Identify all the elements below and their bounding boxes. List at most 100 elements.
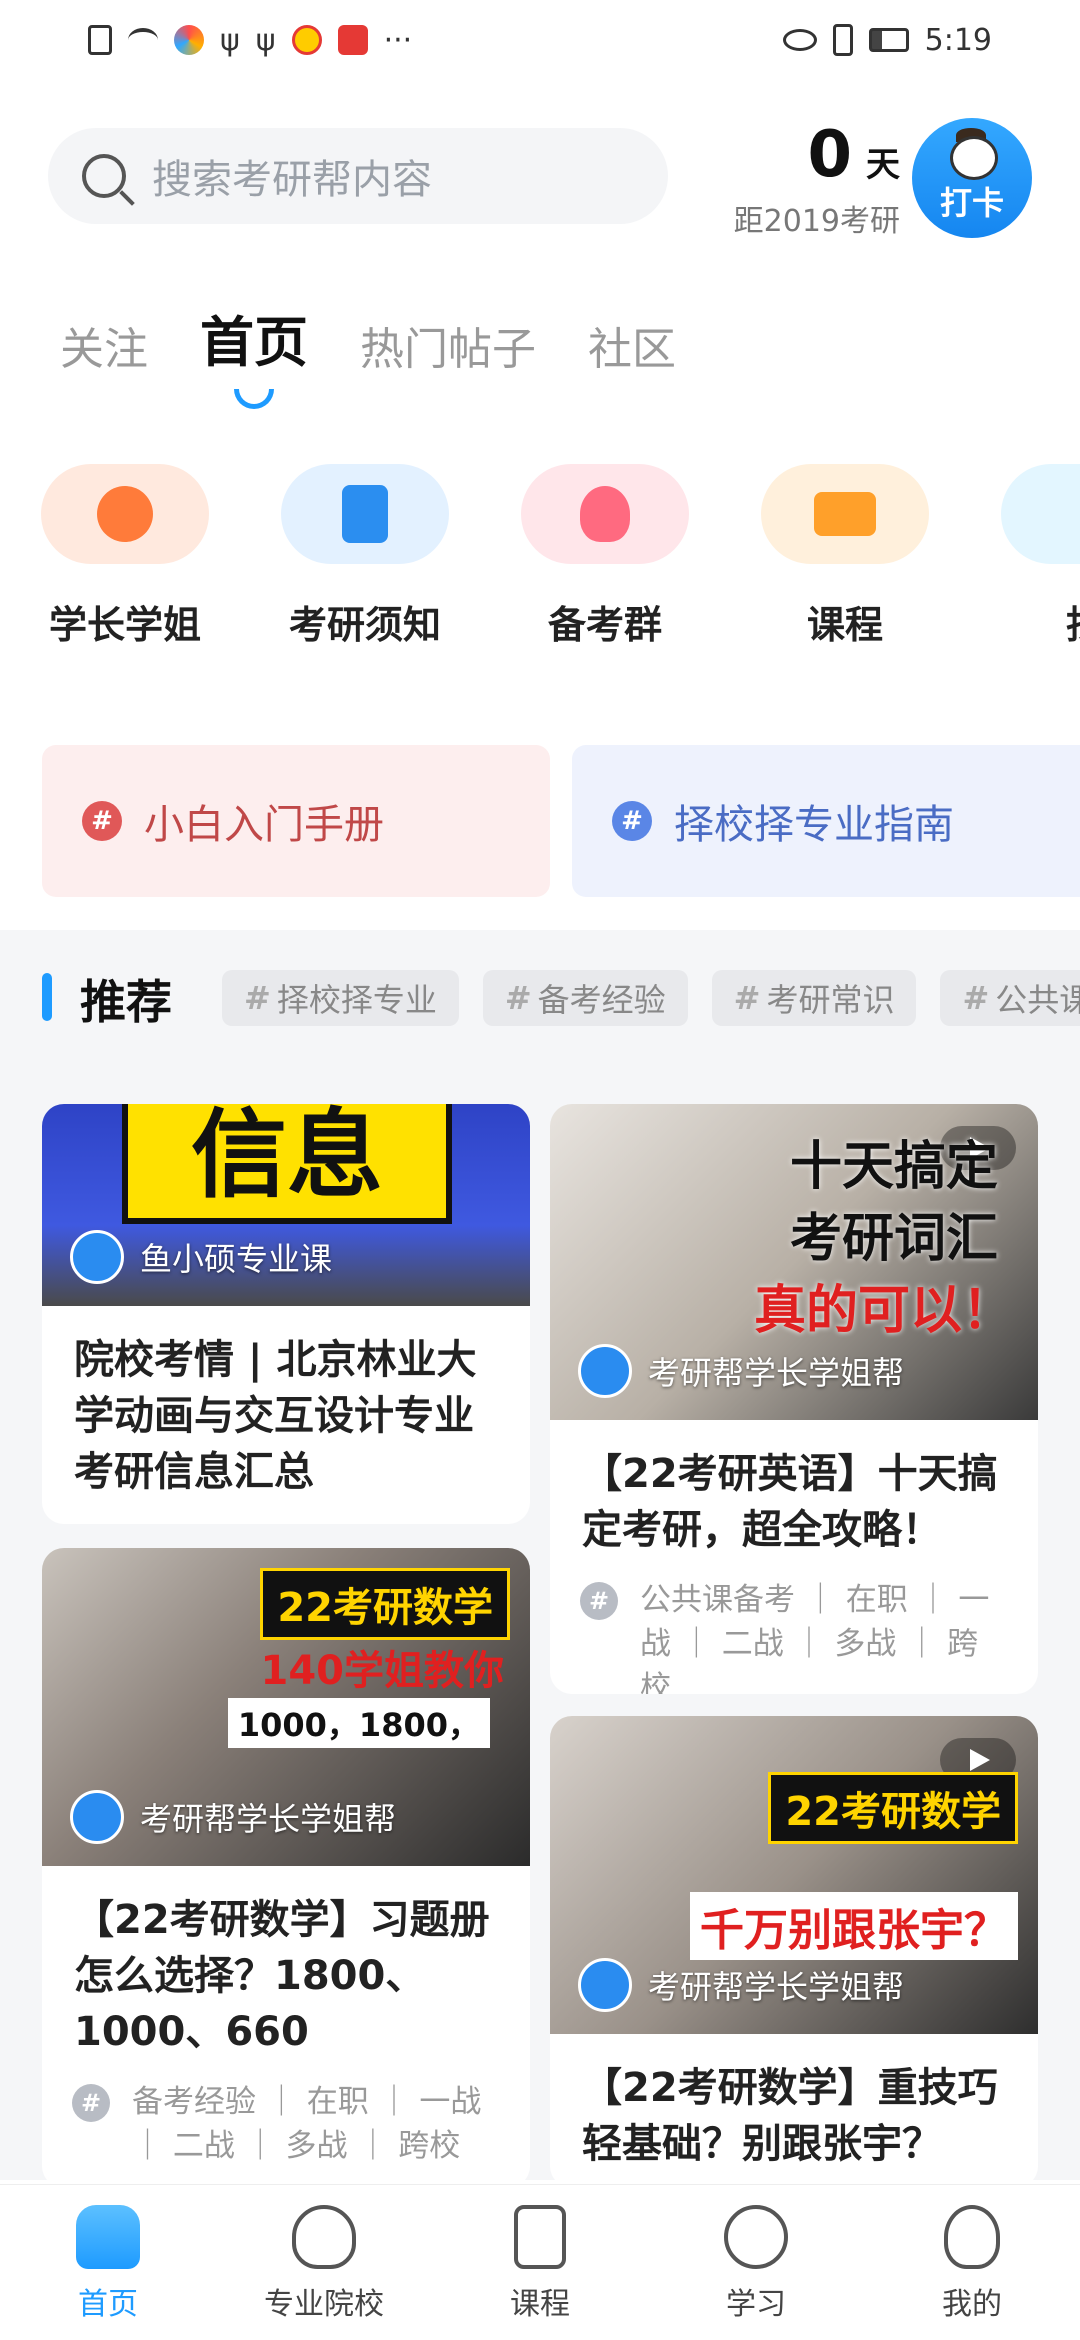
- tab-community[interactable]: 社区: [588, 313, 676, 377]
- home-icon: [76, 2205, 140, 2269]
- feed-card[interactable]: 信息 鱼小硕专业课 院校考情 | 北京林业大学动画与交互设计专业考研信息汇总: [42, 1104, 530, 1524]
- app-icon: [174, 25, 204, 55]
- category-bubble: [761, 464, 929, 564]
- search-bar[interactable]: 搜索考研帮内容: [48, 128, 668, 224]
- topic-chips: # 择校择专业 # 备考经验 # 考研常识 # 公共课: [222, 970, 1080, 1026]
- usb-icon: ψ: [220, 22, 240, 58]
- more-icon: ···: [383, 22, 413, 58]
- tab-follow[interactable]: 关注: [60, 313, 148, 377]
- nav-courses[interactable]: 课程: [432, 2185, 648, 2340]
- thumbnail-text: 真的可以！: [753, 1281, 1014, 1341]
- guide-beginner[interactable]: # 小白入门手册: [42, 745, 550, 897]
- hash-icon: #: [612, 801, 652, 841]
- nav-label: 课程: [510, 2287, 570, 2322]
- chip-label: 公共课: [995, 981, 1080, 1019]
- category-seniors[interactable]: 学长学姐: [25, 460, 225, 649]
- author-avatar: [578, 1344, 632, 1398]
- category-label: 学长学姐: [48, 603, 201, 647]
- category-label: 找: [985, 594, 1080, 649]
- nav-home[interactable]: 首页: [0, 2185, 216, 2340]
- tab-hot-posts[interactable]: 热门帖子: [360, 313, 536, 377]
- feed-card[interactable]: 十天搞定 考研词汇 真的可以！ 考研帮学长学姐帮 【22考研英语】十天搞定考研，…: [550, 1104, 1038, 1694]
- wifi-icon: [128, 28, 158, 52]
- topic-chip[interactable]: # 择校择专业: [222, 970, 459, 1026]
- feed-card[interactable]: 22考研数学 140学姐教你 1000，1800， 考研帮学长学姐帮 【22考研…: [42, 1548, 530, 2188]
- search-icon: [82, 154, 126, 198]
- group-icon: [580, 486, 630, 542]
- category-label: 备考群: [547, 603, 662, 647]
- video-icon: [814, 492, 876, 536]
- thumbnail-text: 22考研数学: [260, 1568, 510, 1640]
- top-tabs: 关注 首页 热门帖子 社区: [60, 298, 676, 409]
- feed-card[interactable]: 22考研数学 千万别跟张宇？ 考研帮学长学姐帮 【22考研数学】重技巧轻基础？别…: [550, 1716, 1038, 2188]
- thumbnail-text: 十天搞定: [789, 1137, 998, 1197]
- profile-icon: [944, 2205, 1000, 2269]
- usb-icon: ψ: [255, 22, 276, 58]
- category-study-group[interactable]: 备考群: [505, 460, 705, 649]
- card-title: 【22考研数学】重技巧轻基础？别跟张宇？: [582, 2065, 998, 2167]
- card-title: 【22考研数学】习题册怎么选择？1800、1000、660: [74, 1897, 490, 2055]
- nav-label: 专业院校: [264, 2287, 384, 2322]
- category-shortcuts: 学长学姐 考研须知 备考群 课程 找: [0, 460, 1080, 660]
- school-icon: [292, 2205, 356, 2269]
- nav-schools[interactable]: 专业院校: [216, 2185, 432, 2340]
- thumbnail-text: 信息: [122, 1104, 452, 1224]
- category-exam-notice[interactable]: 考研须知: [265, 460, 465, 649]
- status-left: ψ ψ ···: [88, 23, 412, 58]
- sim-alert-icon: [88, 25, 112, 55]
- status-bar: ψ ψ ··· 5:19: [0, 0, 1080, 80]
- recommend-title: 推荐: [80, 975, 172, 1029]
- nav-label: 学习: [726, 2287, 786, 2322]
- graduation-cap-icon: [97, 486, 153, 542]
- guide-label: 小白入门手册: [144, 802, 384, 848]
- category-bubble: [281, 464, 449, 564]
- category-courses[interactable]: 课程: [745, 460, 945, 649]
- topic-chip[interactable]: # 考研常识: [711, 970, 917, 1026]
- tab-home[interactable]: 首页: [200, 298, 308, 409]
- search-placeholder: 搜索考研帮内容: [152, 157, 432, 203]
- days-unit: 天: [866, 145, 900, 185]
- days-count: 0: [807, 118, 852, 192]
- countdown-label: 距2019考研: [733, 204, 900, 239]
- category-bubble: [41, 464, 209, 564]
- author-name: 鱼小硕专业课: [140, 1240, 333, 1278]
- author-name: 考研帮学长学姐帮: [648, 1354, 905, 1392]
- course-icon: [514, 2205, 566, 2269]
- weibo-icon: [291, 25, 322, 55]
- author-avatar: [70, 1790, 124, 1844]
- hash-icon: #: [72, 2084, 110, 2122]
- exam-countdown[interactable]: 0 天 距2019考研: [700, 118, 900, 240]
- checkin-button[interactable]: 打卡: [912, 118, 1032, 238]
- chip-label: 考研常识: [766, 981, 895, 1019]
- card-tags: # 公共课备考 ｜ 在职 ｜ 一战 ｜ 二战 ｜ 多战 ｜ 跨校: [550, 1558, 1038, 1694]
- nav-label: 首页: [78, 2287, 138, 2322]
- category-label: 考研须知: [288, 603, 441, 647]
- document-icon: [342, 485, 388, 543]
- guide-label: 择校择专业指南: [674, 802, 954, 848]
- category-bubble: [1001, 464, 1080, 564]
- clock: 5:19: [924, 22, 992, 58]
- category-more[interactable]: 找: [985, 460, 1080, 649]
- loading-indicator-icon: [234, 389, 274, 409]
- topic-chip[interactable]: # 备考经验: [482, 970, 688, 1026]
- thumbnail-text: 1000，1800，: [227, 1698, 490, 1748]
- checkin-label: 打卡: [939, 184, 1004, 222]
- header: 搜索考研帮内容 0 天 距2019考研 打卡: [0, 110, 1080, 260]
- huawei-icon: [337, 25, 368, 55]
- hash-icon: #: [82, 801, 122, 841]
- topic-chip[interactable]: # 公共课: [940, 970, 1080, 1026]
- card-title: 院校考情 | 北京林业大学动画与交互设计专业考研信息汇总: [74, 1337, 477, 1495]
- guide-school-choice[interactable]: # 择校择专业指南: [572, 745, 1080, 897]
- tab-home-label: 首页: [200, 311, 308, 374]
- thumbnail-text: 140学姐教你: [260, 1648, 505, 1694]
- thumbnail-text: 千万别跟张宇？: [690, 1892, 1018, 1960]
- author-avatar: [578, 1958, 632, 2012]
- author-name: 考研帮学长学姐帮: [648, 1968, 905, 2006]
- nav-profile[interactable]: 我的: [864, 2185, 1080, 2340]
- card-title: 【22考研英语】十天搞定考研，超全攻略！: [582, 1451, 998, 1553]
- card-thumbnail: 22考研数学 千万别跟张宇？ 考研帮学长学姐帮: [550, 1716, 1038, 2034]
- category-label: 课程: [806, 603, 883, 647]
- nav-study[interactable]: 学习: [648, 2185, 864, 2340]
- battery-icon: [868, 28, 909, 52]
- vibrate-icon: [832, 24, 853, 56]
